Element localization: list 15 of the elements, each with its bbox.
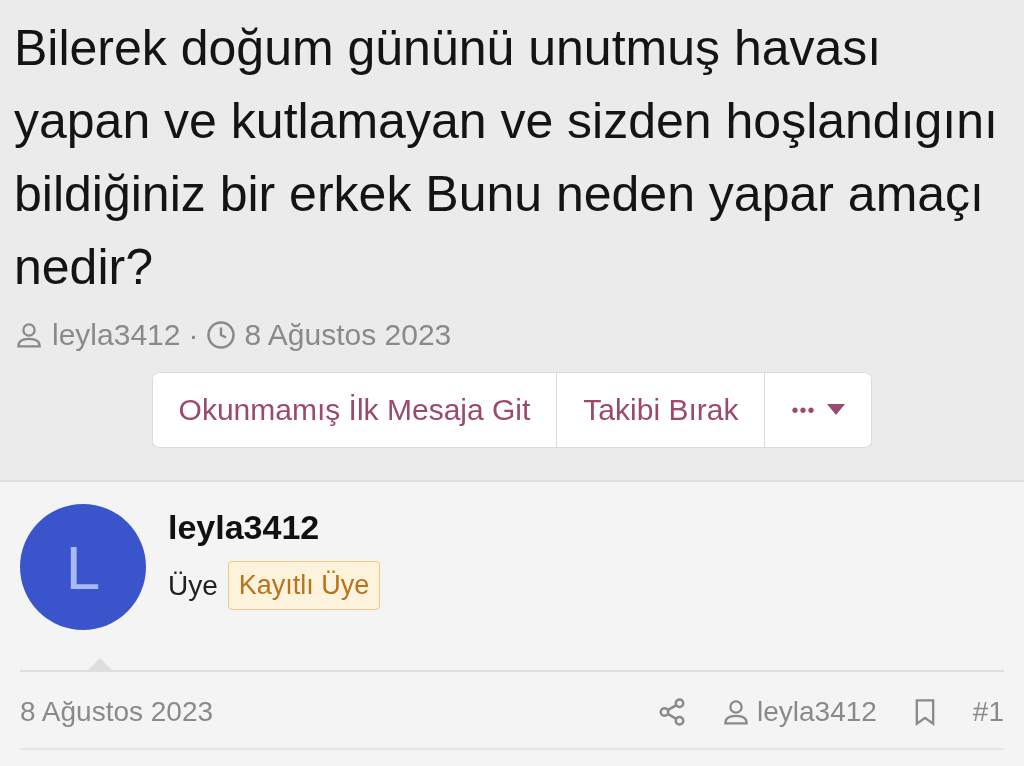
thread-date[interactable]: 8 Ağustos 2023: [244, 318, 452, 352]
user-icon: [14, 320, 44, 350]
more-menu-button[interactable]: •••: [764, 373, 872, 447]
post-number[interactable]: #1: [972, 696, 1004, 728]
post-date[interactable]: 8 Ağustos 2023: [20, 696, 214, 728]
caret-icon: [827, 404, 846, 416]
thread-title: Bilerek doğum gününü unutmuş havası yapan ve kutlamayan ve sizden hoşlandıgını bildiğiniz bir erkek Bunu neden yapar amaçı nedir?: [14, 19, 999, 297]
user-badge: Kayıtlı Üye: [227, 561, 381, 610]
author-link[interactable]: leyla3412: [52, 318, 181, 352]
user-role: Üye: [168, 569, 218, 602]
post-author[interactable]: leyla3412: [756, 696, 877, 728]
username[interactable]: leyla3412: [168, 508, 381, 547]
clock-icon: [206, 320, 237, 350]
avatar[interactable]: L: [20, 504, 146, 630]
separator: ·: [188, 318, 199, 352]
